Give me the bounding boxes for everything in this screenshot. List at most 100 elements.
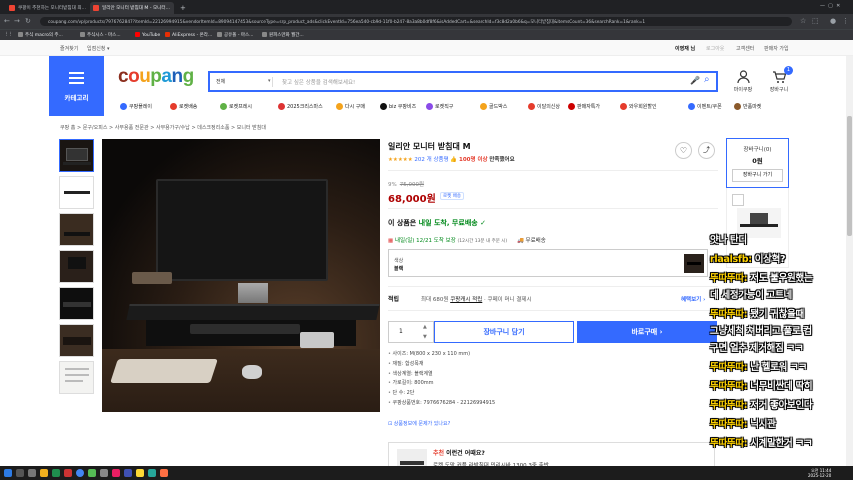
apps-icon[interactable]: ⋮⋮: [4, 32, 13, 37]
catnav-item[interactable]: 로켓배송: [170, 103, 197, 110]
chat-text: 그냥세척 쳐버리고 풀로 컴: [710, 326, 812, 337]
buy-now-button[interactable]: 바로구매 ›: [577, 321, 717, 343]
task-view-icon[interactable]: [28, 469, 36, 477]
search-taskbar-icon[interactable]: [16, 469, 24, 477]
option-selector[interactable]: 색상 블랙: [388, 249, 708, 277]
app-icon[interactable]: [112, 469, 120, 477]
catnav-item[interactable]: 골드박스: [480, 103, 507, 110]
app-icon[interactable]: [88, 469, 96, 477]
review-count-link[interactable]: 202 개 상품평: [414, 157, 448, 163]
catnav-item[interactable]: 이벤트/쿠폰: [688, 103, 722, 110]
catnav-item[interactable]: 판매자특가: [568, 103, 600, 110]
catnav-item[interactable]: 이달의신상: [528, 103, 560, 110]
seller-apply-link[interactable]: 입점신청 ▾: [87, 45, 110, 52]
cart-count-badge: 1: [784, 66, 793, 75]
breadcrumb[interactable]: 쿠팡 홈 > 문구/오피스 > 사무용품 전문관 > 사무용가구/수납 > 데스…: [60, 124, 266, 131]
catnav-item[interactable]: 2025크리스마스: [278, 103, 323, 110]
browser-tab-1[interactable]: 쿠팡이 추천하는 모니터받침대 최...: [6, 2, 88, 14]
chat-text: 얏나 탄디: [710, 235, 747, 246]
chat-message: 뚜따뚜따: 난 헬로워 ㅋㅋ: [710, 359, 807, 373]
checkbox[interactable]: [732, 194, 744, 206]
cart-button[interactable]: 장바구니 1: [764, 66, 794, 93]
logout-link[interactable]: 로그아웃: [706, 45, 724, 52]
coupang-logo[interactable]: coupang: [118, 66, 194, 88]
add-to-cart-button[interactable]: 장바구니 담기: [434, 321, 574, 343]
catnav-item[interactable]: 다시 구매: [336, 103, 365, 110]
thumbnail-3[interactable]: [59, 213, 94, 246]
chrome-icon[interactable]: [76, 469, 84, 477]
catnav-item[interactable]: 쿠팡플레이: [120, 103, 152, 110]
seller-join-link[interactable]: 판매자 가입: [764, 45, 789, 52]
favorites-link[interactable]: 즐겨찾기: [60, 45, 78, 52]
reload-icon[interactable]: ↻: [25, 17, 31, 25]
catnav-item[interactable]: 와우회원할인: [620, 103, 657, 110]
app-icon[interactable]: [52, 469, 60, 477]
quantity-stepper[interactable]: 1 ▲ ▼: [388, 321, 434, 343]
catnav-item[interactable]: 로켓직구: [426, 103, 453, 110]
microphone-icon[interactable]: 🎤: [690, 76, 700, 85]
thumbnail-7[interactable]: [59, 361, 94, 394]
system-clock[interactable]: 오전 11:44 2025-12-20: [808, 468, 831, 478]
go-to-cart-button[interactable]: 장바구니 가기: [732, 169, 783, 182]
chevron-down-icon: ▾: [268, 78, 271, 84]
catnav-item[interactable]: biz 쿠팡비즈: [380, 103, 416, 110]
profile-icon[interactable]: ●: [830, 17, 836, 25]
favorite-button[interactable]: ♡: [675, 142, 692, 159]
app-icon[interactable]: [160, 469, 168, 477]
bookmark-2[interactable]: 주식시스 - 마스...: [80, 32, 121, 38]
url-input[interactable]: coupang.com/vp/products/7976762847?itemI…: [40, 17, 792, 26]
app-icon[interactable]: [136, 469, 144, 477]
chat-text: 너무비싼데 딱히: [747, 381, 813, 392]
thumbnail-1[interactable]: [59, 139, 94, 172]
windows-start-icon[interactable]: [4, 469, 12, 477]
bookmark-5[interactable]: 원피스만화 월간...: [262, 32, 304, 38]
thumbnail-5[interactable]: [59, 287, 94, 320]
bookmark-4[interactable]: 공유폴 - 마스...: [217, 32, 253, 38]
extensions-icon[interactable]: ⬚: [812, 17, 819, 25]
app-icon[interactable]: [64, 469, 72, 477]
bookmark-youtube[interactable]: YouTube: [135, 32, 160, 38]
main-product-image[interactable]: [102, 139, 380, 412]
scrollbar-thumb[interactable]: [847, 116, 852, 236]
bookmark-1[interactable]: 주식 macro의 주...: [18, 32, 63, 38]
forward-icon[interactable]: →: [14, 17, 20, 25]
customer-center-link[interactable]: 고객센터: [736, 45, 754, 52]
app-icon[interactable]: [148, 469, 156, 477]
rating[interactable]: ★★★★★ 202 개 상품평 👍 100명 이상 만족했어요: [388, 155, 515, 163]
decrease-quantity-icon[interactable]: ▼: [423, 334, 427, 340]
search-input[interactable]: 찾고 싶은 상품을 검색해보세요!: [282, 78, 355, 86]
option-thumbnail: [684, 254, 704, 273]
file-explorer-icon[interactable]: [40, 469, 48, 477]
increase-quantity-icon[interactable]: ▲: [423, 324, 427, 330]
app-icon[interactable]: [100, 469, 108, 477]
thumbnail-4[interactable]: [59, 250, 94, 283]
catnav-item[interactable]: 반품마켓: [734, 103, 761, 110]
bookmark-star-icon[interactable]: ☆: [800, 17, 806, 25]
catnav-item[interactable]: 로켓프레시: [220, 103, 252, 110]
back-icon[interactable]: ←: [4, 17, 10, 25]
thumbnail-2[interactable]: [59, 176, 94, 209]
bookmark-aliexpress[interactable]: AliExpress - 온라...: [165, 32, 212, 38]
top-utility-bar: 즐겨찾기 입점신청 ▾ 이영재 님 로그아웃 고객센터 판매자 가입: [0, 40, 853, 56]
search-category-select[interactable]: 전체 ▾: [216, 78, 271, 85]
chat-text: 시계말한거 ㅋㅋ: [747, 438, 813, 449]
app-icon[interactable]: [124, 469, 132, 477]
menu-icon[interactable]: ⋮: [842, 17, 849, 25]
window-controls[interactable]: — ▢ ✕: [820, 3, 840, 9]
benefit-link[interactable]: 혜택보기 ›: [681, 295, 705, 303]
category-menu-button[interactable]: 카테고리: [49, 56, 104, 116]
keyboard-shape: [190, 324, 300, 334]
report-link[interactable]: ⊡ 상품정보에 문제가 있나요?: [388, 420, 450, 427]
catnav-icon: [336, 103, 343, 110]
chat-text: 저도 불우원했는: [747, 273, 813, 284]
share-button[interactable]: ⤴: [698, 142, 715, 159]
catnav-icon: [734, 103, 741, 110]
quantity-value[interactable]: 1: [399, 328, 403, 335]
browser-tab-2[interactable]: 일리안 모니터 받침대 M - 모니터...: [90, 2, 174, 14]
search-icon[interactable]: ⌕: [704, 74, 710, 85]
new-tab-button[interactable]: +: [176, 1, 190, 13]
taskbar: 오전 11:44 2025-12-20: [0, 466, 853, 480]
coupang-cash-link[interactable]: 쿠팡캐시 적립: [450, 297, 482, 303]
mypage-button[interactable]: 마이쿠팡: [728, 70, 758, 93]
thumbnail-6[interactable]: [59, 324, 94, 357]
